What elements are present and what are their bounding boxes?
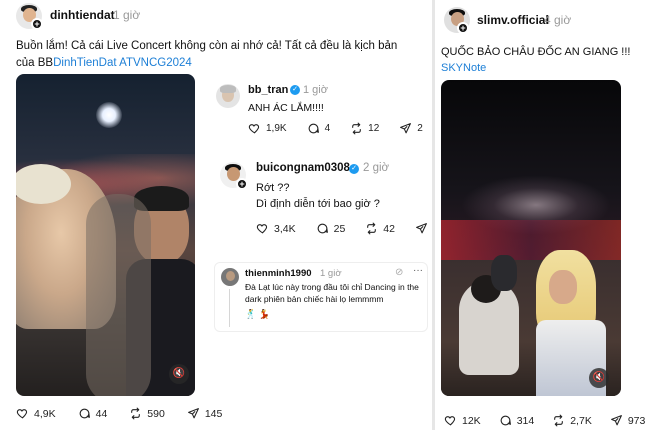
avatar[interactable]: [221, 268, 239, 286]
username[interactable]: dinhtiendat: [50, 8, 115, 22]
reply-card: thienminh1990 1 giờ ⊘ ··· Đà Lạt lúc này…: [214, 262, 428, 332]
more-menu-icon[interactable]: ···: [413, 265, 423, 276]
repost-button[interactable]: 12: [350, 122, 379, 135]
verified-badge-icon: ✓: [349, 164, 359, 174]
volume-muted-icon[interactable]: 🔇: [169, 364, 189, 384]
heart-icon: [444, 414, 457, 427]
post-time: 2 giờ: [363, 162, 390, 174]
repost-icon: [552, 414, 565, 427]
comment-button[interactable]: 44: [78, 407, 108, 420]
username[interactable]: thienminh1990: [245, 268, 312, 279]
post-time: 1 giờ: [113, 8, 141, 22]
heart-icon: [16, 407, 29, 420]
username[interactable]: slimv.official: [477, 13, 549, 27]
verified-badge-icon: ✓: [290, 85, 300, 95]
comment-icon: [499, 414, 512, 427]
heart-icon: [248, 122, 261, 135]
post-text: QUỐC BẢO CHÂU ĐỐC AN GIANG !!!: [441, 46, 631, 58]
share-icon: [415, 222, 428, 235]
share-icon: [399, 122, 412, 135]
reply-text-line2: Dì định diễn tới bao giờ ?: [256, 198, 380, 210]
stage-light: [96, 102, 122, 128]
heart-icon: [256, 222, 269, 235]
post-actions: 1,9K 4 12 2: [248, 122, 423, 135]
right-post: + slimv.official 4 giờ QUỐC BẢO CHÂU ĐỐC…: [435, 0, 645, 430]
post-actions: 3,4K 25 42 1: [256, 222, 439, 235]
more-options-icon[interactable]: ⊘: [395, 267, 403, 278]
like-button[interactable]: 1,9K: [248, 122, 287, 135]
share-count: 973: [627, 414, 645, 427]
like-count: 3,4K: [274, 222, 296, 235]
comment-button[interactable]: 25: [316, 222, 346, 235]
left-post: + dinhtiendat 1 giờ Buồn lắm! Cả cái Liv…: [0, 0, 439, 430]
like-count: 1,9K: [266, 123, 287, 134]
dancer-right-face: [549, 270, 577, 304]
repost-icon: [350, 122, 363, 135]
repost-count: 2,7K: [570, 414, 592, 427]
like-button[interactable]: 4,9K: [16, 407, 56, 420]
comment-button[interactable]: 314: [499, 414, 535, 427]
share-button[interactable]: 2: [399, 122, 423, 135]
follow-plus-icon[interactable]: +: [236, 178, 248, 190]
reply-card: bb_tran ✓ 1 giờ ANH ÁC LẮM!!!! 1,9K 4 12…: [208, 78, 426, 146]
concert-video[interactable]: 🔇: [441, 80, 621, 396]
stage-screen: [441, 220, 621, 260]
share-icon: [610, 414, 623, 427]
comment-icon: [316, 222, 329, 235]
post-time: 1 giờ: [303, 84, 328, 96]
like-count: 4,9K: [34, 407, 56, 420]
follow-plus-icon[interactable]: +: [31, 18, 43, 30]
share-button[interactable]: 973: [610, 414, 645, 427]
reply-emoji: 🕺 💃: [245, 309, 270, 319]
share-count: 2: [417, 123, 423, 134]
comment-button[interactable]: 4: [307, 122, 331, 135]
post-actions: 12K 314 2,7K 973: [444, 414, 645, 427]
reply-text: Đà Lạt lúc này trong đầu tôi chỉ Dancing…: [245, 282, 419, 304]
thread-line: [229, 289, 230, 327]
reply-text: ANH ÁC LẮM!!!!: [248, 102, 324, 114]
reply-text-line1: Rớt ??: [256, 182, 290, 194]
share-button[interactable]: 145: [187, 407, 223, 420]
comment-count: 314: [516, 414, 535, 427]
avatar[interactable]: [216, 84, 240, 108]
comment-icon: [78, 407, 91, 420]
repost-button[interactable]: 590: [129, 407, 165, 420]
reply-card: + buicongnam0308 ✓ 2 giờ Rớt ?? Dì định …: [212, 156, 439, 242]
like-button[interactable]: 3,4K: [256, 222, 296, 235]
share-icon: [187, 407, 200, 420]
repost-button[interactable]: 2,7K: [552, 414, 592, 427]
repost-count: 590: [147, 407, 165, 420]
comment-count: 25: [333, 222, 346, 235]
repost-icon: [365, 222, 378, 235]
post-actions: 4,9K 44 590 145: [16, 407, 222, 420]
repost-count: 12: [368, 123, 380, 134]
volume-muted-icon[interactable]: 🔇: [589, 368, 609, 388]
dancer-back: [491, 255, 517, 291]
like-button[interactable]: 12K: [444, 414, 481, 427]
concert-video[interactable]: 🔇: [16, 74, 195, 396]
repost-count: 42: [383, 222, 395, 235]
like-count: 12K: [462, 414, 481, 427]
username[interactable]: bb_tran: [248, 84, 288, 96]
follow-plus-icon[interactable]: +: [457, 22, 469, 34]
post-hashtag-link[interactable]: DinhTienDat ATVNCG2024: [53, 57, 192, 69]
comment-icon: [307, 122, 320, 135]
post-text: Buồn lắm! Cả cái Live Concert không còn …: [16, 38, 411, 72]
repost-button[interactable]: 42: [365, 222, 395, 235]
username[interactable]: buicongnam0308: [256, 162, 350, 174]
share-count: 145: [204, 407, 223, 420]
comment-count: 4: [324, 123, 331, 134]
repost-icon: [129, 407, 142, 420]
comment-count: 44: [95, 407, 108, 420]
post-time: 1 giờ: [320, 268, 342, 279]
post-link[interactable]: SKYNote: [441, 60, 486, 77]
post-time: 4 giờ: [544, 13, 572, 27]
blurred-arm: [86, 194, 151, 396]
